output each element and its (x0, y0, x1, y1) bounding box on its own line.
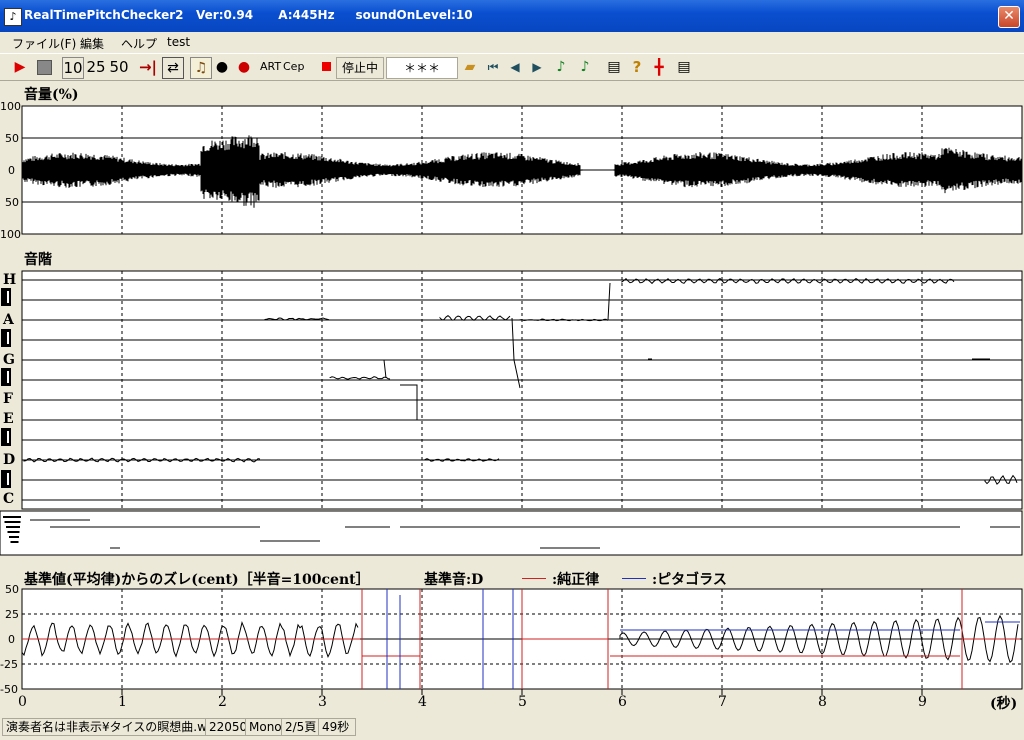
status-rate: 22050 (205, 718, 249, 736)
phrase-panel (0, 510, 1023, 556)
plot-canvas (0, 105, 1023, 695)
status-file: 演奏者名は非表示¥タイスの瞑想曲.wav (2, 718, 206, 736)
status-bar: 演奏者名は非表示¥タイスの瞑想曲.wav 22050 Mono 2/5頁 49秒 (0, 716, 1024, 740)
status-length: 49秒 (318, 718, 356, 736)
status-page: 2/5頁 (281, 718, 321, 736)
scale-panel (21, 270, 1023, 510)
status-channels: Mono (245, 718, 285, 736)
